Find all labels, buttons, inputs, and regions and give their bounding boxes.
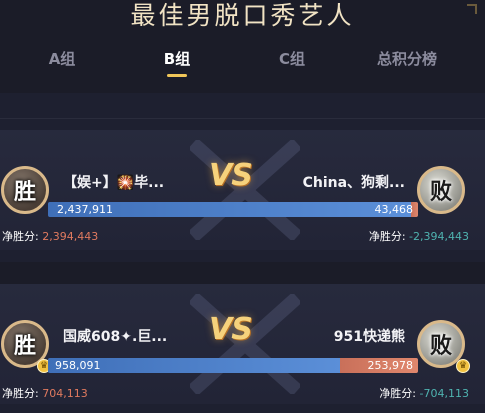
vote-progress-bar: 2,437,911 43,468 xyxy=(48,202,418,217)
right-player-avatar[interactable]: 败 xyxy=(417,166,465,214)
match-card[interactable]: 胜 【娱+】🎇毕... VS China、狗剩... 败 2,437,911 4… xyxy=(0,130,485,250)
match-card[interactable]: 胜 ♛ 国威608✦.巨... VS 951快递熊 败 ♛ 958,091 25… xyxy=(0,284,485,404)
right-player-name[interactable]: China、狗剩... xyxy=(283,172,405,192)
vs-label: VS xyxy=(209,158,253,193)
corner-decoration xyxy=(467,4,477,14)
net-score-label: 净胜分: xyxy=(368,230,406,243)
tab-c[interactable]: C组 xyxy=(279,48,305,69)
right-vote-count: 43,468 xyxy=(374,203,414,216)
net-score-label: 净胜分: xyxy=(2,230,39,243)
page-title: 最佳男脱口秀艺人 xyxy=(130,1,355,30)
left-vote-count: 2,437,911 xyxy=(57,203,113,216)
lose-label: 败 xyxy=(429,180,452,205)
left-net-score: 净胜分: 2,394,443 xyxy=(2,228,98,244)
right-net-score: 净胜分: -2,394,443 xyxy=(369,228,469,244)
left-net-score: 净胜分: 704,113 xyxy=(2,385,88,401)
net-score-value: 2,394,443 xyxy=(42,230,99,243)
left-player-name[interactable]: 国威608✦.巨... xyxy=(63,326,181,346)
active-tab-indicator xyxy=(167,74,187,77)
page-header: 最佳男脱口秀艺人 A组 B组 C组 总积分榜 xyxy=(0,0,485,93)
net-score-value: -704,113 xyxy=(419,387,469,400)
tab-b[interactable]: B组 xyxy=(164,48,190,69)
vs-label: VS xyxy=(209,312,253,347)
right-net-score: 净胜分: -704,113 xyxy=(379,385,469,401)
net-score-label: 净胜分: xyxy=(2,387,39,400)
net-score-value: 704,113 xyxy=(42,387,88,400)
tab-a[interactable]: A组 xyxy=(49,48,76,69)
tab-total[interactable]: 总积分榜 xyxy=(377,48,437,69)
header-divider xyxy=(0,118,485,119)
right-player-name[interactable]: 951快递熊 xyxy=(283,326,405,346)
net-score-value: -2,394,443 xyxy=(409,230,469,243)
crown-icon: ♛ xyxy=(456,359,470,373)
net-score-label: 净胜分: xyxy=(379,387,417,400)
lose-label: 败 xyxy=(429,334,452,359)
right-vote-count: 253,978 xyxy=(367,359,414,372)
left-player-avatar[interactable]: 胜 xyxy=(1,166,49,214)
left-player-name[interactable]: 【娱+】🎇毕... xyxy=(63,172,181,192)
win-label: 胜 xyxy=(13,334,36,359)
win-label: 胜 xyxy=(13,180,36,205)
left-vote-count: 958,091 xyxy=(55,359,101,372)
vote-progress-bar: 958,091 253,978 xyxy=(48,358,418,373)
group-tabs: A组 B组 C组 总积分榜 xyxy=(0,48,485,78)
card-separator xyxy=(0,262,485,284)
